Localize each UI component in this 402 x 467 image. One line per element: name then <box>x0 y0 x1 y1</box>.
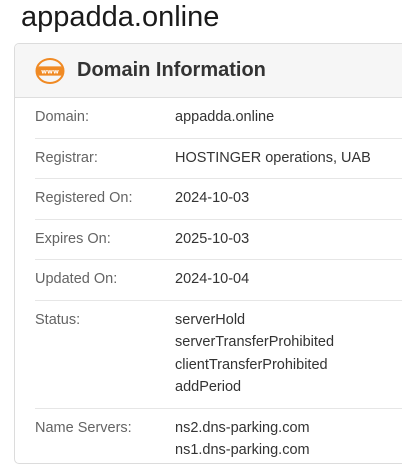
domain-label: Domain: <box>35 109 89 125</box>
row-registrar: Registrar: HOSTINGER operations, UAB <box>35 139 402 179</box>
status-value: serverTransferProhibited <box>175 334 335 350</box>
domain-info-card: www Domain Information Domain: appadda.o… <box>14 43 402 464</box>
registrar-label: Registrar: <box>35 149 98 166</box>
updated-label: Updated On: <box>35 271 118 287</box>
domain-value: appadda.online <box>175 109 275 125</box>
info-rows: Domain: appadda.online Registrar: HOSTIN… <box>15 98 402 464</box>
status-label: Status: <box>35 311 81 328</box>
page-title: appadda.online <box>21 1 220 33</box>
row-updated: Updated On: 2024-10-04 <box>35 260 402 301</box>
updated-value: 2024-10-04 <box>175 271 250 287</box>
row-expires: Expires On: 2025-10-03 <box>35 220 402 260</box>
nameserver-values: ns2.dns-parking.com ns1.dns-parking.com <box>175 417 310 462</box>
status-value: serverHold <box>175 311 246 328</box>
row-nameservers: Name Servers: ns2.dns-parking.com ns1.dn… <box>35 409 402 464</box>
registrar-value: HOSTINGER operations, UAB <box>175 149 371 166</box>
www-icon: www <box>35 56 65 86</box>
card-title: Domain Information <box>77 59 266 81</box>
status-value: addPeriod <box>175 379 242 395</box>
status-value: clientTransferProhibited <box>175 356 328 373</box>
row-status: Status: serverHold serverTransferProhibi… <box>35 301 402 409</box>
expires-value: 2025-10-03 <box>175 230 250 247</box>
expires-label: Expires On: <box>35 230 111 247</box>
nameserver-value: ns2.dns-parking.com <box>175 419 310 436</box>
nameservers-label: Name Servers: <box>35 419 132 436</box>
row-registered: Registered On: 2024-10-03 <box>35 179 402 220</box>
svg-text:www: www <box>41 67 59 75</box>
nameserver-value: ns1.dns-parking.com <box>175 442 310 458</box>
registered-value: 2024-10-03 <box>175 190 250 206</box>
status-values: serverHold serverTransferProhibited clie… <box>175 309 334 399</box>
row-domain: Domain: appadda.online <box>35 98 402 139</box>
registered-label: Registered On: <box>35 190 133 206</box>
card-header: www Domain Information <box>15 44 402 98</box>
